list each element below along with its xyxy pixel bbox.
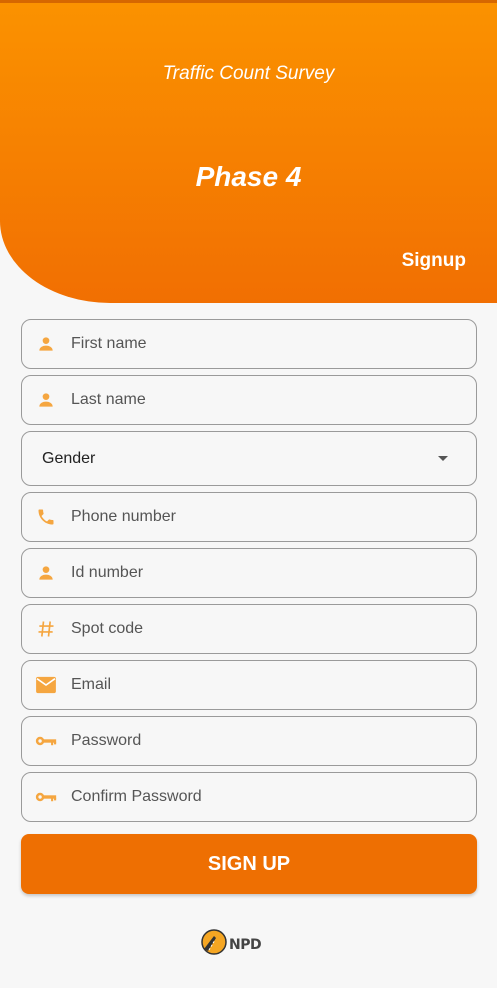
signup-tab[interactable]: Signup bbox=[402, 250, 466, 272]
npd-logo: NPD bbox=[201, 929, 262, 960]
spot-code-placeholder: Spot code bbox=[71, 620, 144, 637]
last-name-field[interactable]: Last name bbox=[21, 375, 477, 425]
phone-placeholder: Phone number bbox=[71, 508, 176, 525]
mail-icon bbox=[35, 674, 57, 696]
person-icon bbox=[35, 389, 57, 411]
page-title: Phase 4 bbox=[195, 161, 302, 192]
first-name-field[interactable]: First name bbox=[21, 319, 477, 369]
phone-icon bbox=[35, 506, 57, 528]
caret-down-icon bbox=[438, 456, 448, 461]
app-subtitle: Traffic Count Survey bbox=[162, 63, 335, 84]
password-placeholder: Password bbox=[71, 732, 142, 749]
header-banner: Traffic Count Survey Phase 4 Signup bbox=[0, 0, 497, 303]
password-field[interactable]: Password bbox=[21, 716, 477, 766]
id-number-field[interactable]: Id number bbox=[21, 548, 477, 598]
spot-code-field[interactable]: Spot code bbox=[21, 604, 477, 654]
confirm-password-placeholder: Confirm Password bbox=[71, 788, 202, 805]
person-icon bbox=[35, 562, 57, 584]
person-icon bbox=[35, 333, 57, 355]
logo-text: NPD bbox=[229, 936, 262, 953]
last-name-placeholder: Last name bbox=[71, 391, 146, 408]
confirm-password-field[interactable]: Confirm Password bbox=[21, 772, 477, 822]
road-logo-icon bbox=[201, 929, 227, 960]
sign-up-button[interactable]: SIGN UP bbox=[21, 834, 477, 894]
gender-value: Gender bbox=[42, 449, 96, 467]
email-placeholder: Email bbox=[71, 676, 112, 693]
key-icon bbox=[35, 730, 57, 752]
phone-field[interactable]: Phone number bbox=[21, 492, 477, 542]
key-icon bbox=[35, 786, 57, 808]
email-field[interactable]: Email bbox=[21, 660, 477, 710]
hash-icon bbox=[35, 618, 57, 640]
gender-select[interactable]: Gender bbox=[21, 431, 477, 486]
first-name-placeholder: First name bbox=[71, 335, 147, 352]
id-number-placeholder: Id number bbox=[71, 564, 144, 581]
